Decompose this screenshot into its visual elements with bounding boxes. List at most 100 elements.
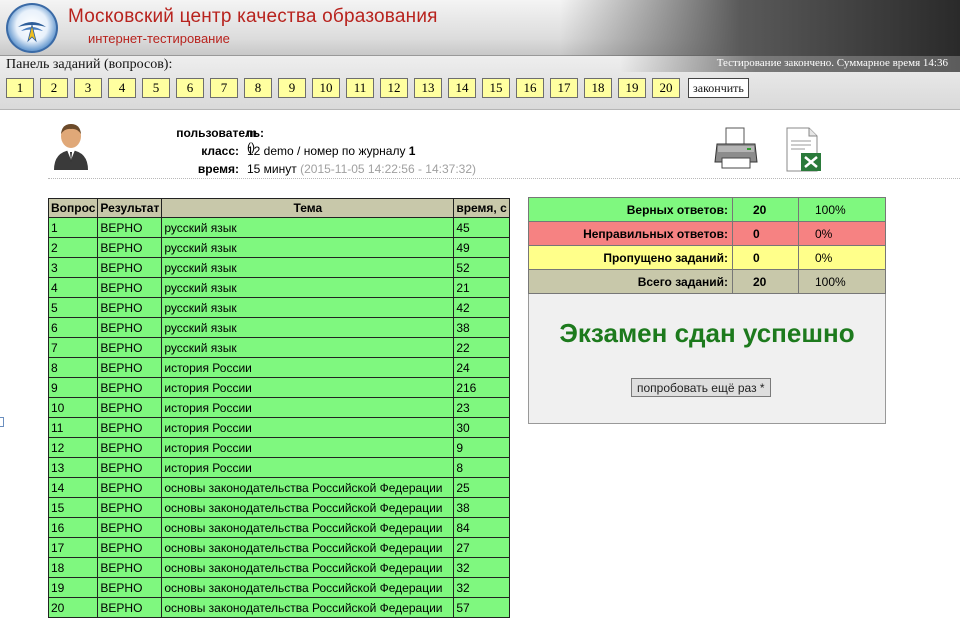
topic-cell: история России <box>161 457 455 478</box>
retry-button[interactable]: попробовать ещё раз * <box>631 378 771 397</box>
task-panel: Панель заданий (вопросов): Тестирование … <box>0 56 960 110</box>
table-row: 20 ВЕРНО основы законодательства Российско… <box>47 597 510 618</box>
time-cell: 24 <box>453 357 510 378</box>
results-header-row: Вопрос Результат Тема время, с <box>47 198 510 218</box>
task-button[interactable]: 14 <box>448 78 476 98</box>
result-cell: ВЕРНО <box>97 597 163 618</box>
printer-icon[interactable] <box>714 126 758 172</box>
result-cell: ВЕРНО <box>97 377 163 398</box>
time-cell: 57 <box>453 597 510 618</box>
topic-cell: история России <box>161 417 455 438</box>
site-subtitle: интернет-тестирование <box>88 31 230 46</box>
time-label: время: <box>197 162 239 176</box>
question-number-cell: 10 <box>47 397 99 418</box>
topic-cell: основы законодательства Российской Федер… <box>161 517 455 538</box>
user-label: пользователь: <box>176 126 264 140</box>
task-button[interactable]: 11 <box>346 78 374 98</box>
task-button[interactable]: 17 <box>550 78 578 98</box>
column-header-topic: Тема <box>161 198 455 218</box>
topic-cell: история России <box>161 437 455 458</box>
time-cell: 8 <box>453 457 510 478</box>
column-header-time: время, с <box>453 198 510 218</box>
question-number-cell: 8 <box>47 357 99 378</box>
topic-cell: русский язык <box>161 217 455 238</box>
summary-row-correct: Верных ответов: 20 100% <box>528 197 886 222</box>
finish-button[interactable]: закончить <box>688 78 749 98</box>
class-text: 12 demo / номер по журналу <box>247 144 406 158</box>
task-button[interactable]: 13 <box>414 78 442 98</box>
task-button[interactable]: 2 <box>40 78 68 98</box>
question-number-cell: 3 <box>47 257 99 278</box>
summary-count: 20 <box>732 197 799 222</box>
topic-cell: русский язык <box>161 277 455 298</box>
table-row: 19 ВЕРНО основы законодательства Российско… <box>47 577 510 598</box>
time-cell: 32 <box>453 557 510 578</box>
task-button[interactable]: 1 <box>6 78 34 98</box>
topic-cell: русский язык <box>161 317 455 338</box>
summary-count: 20 <box>732 269 799 294</box>
table-row: 4 ВЕРНО русский язык 21 <box>47 277 510 298</box>
summary-label: Пропущено заданий: <box>528 245 733 270</box>
table-row: 5 ВЕРНО русский язык 42 <box>47 297 510 318</box>
task-button[interactable]: 20 <box>652 78 680 98</box>
table-row: 12 ВЕРНО история России 9 <box>47 437 510 458</box>
time-cell: 45 <box>453 217 510 238</box>
summary-row-skipped: Пропущено заданий: 0 0% <box>528 245 886 270</box>
result-cell: ВЕРНО <box>97 557 163 578</box>
table-row: 14 ВЕРНО основы законодательства Российско… <box>47 477 510 498</box>
question-number-cell: 4 <box>47 277 99 298</box>
result-cell: ВЕРНО <box>97 277 163 298</box>
task-button[interactable]: 10 <box>312 78 340 98</box>
result-cell: ВЕРНО <box>97 437 163 458</box>
question-number-cell: 20 <box>47 597 99 618</box>
question-number-cell: 5 <box>47 297 99 318</box>
task-button[interactable]: 6 <box>176 78 204 98</box>
time-cell: 49 <box>453 237 510 258</box>
question-number-cell: 12 <box>47 437 99 458</box>
exam-result-text: Экзамен сдан успешно <box>559 318 855 348</box>
column-header-question: Вопрос <box>47 198 99 218</box>
question-number-cell: 7 <box>47 337 99 358</box>
task-button[interactable]: 3 <box>74 78 102 98</box>
question-number-cell: 15 <box>47 497 99 518</box>
status-strip: Тестирование закончено. Суммарное время … <box>620 56 960 72</box>
summary-percent: 100% <box>798 197 886 222</box>
time-range: (2015-11-05 14:22:56 - 14:37:32) <box>300 162 477 176</box>
summary-row-wrong: Неправильных ответов: 0 0% <box>528 221 886 246</box>
task-button[interactable]: 15 <box>482 78 510 98</box>
topic-cell: основы законодательства Российской Федер… <box>161 537 455 558</box>
task-button[interactable]: 12 <box>380 78 408 98</box>
result-cell: ВЕРНО <box>97 357 163 378</box>
topic-cell: основы законодательства Российской Федер… <box>161 497 455 518</box>
time-cell: 27 <box>453 537 510 558</box>
task-button[interactable]: 18 <box>584 78 612 98</box>
table-row: 8 ВЕРНО история России 24 <box>47 357 510 378</box>
task-button[interactable]: 9 <box>278 78 306 98</box>
question-number-cell: 2 <box>47 237 99 258</box>
result-cell: ВЕРНО <box>97 537 163 558</box>
table-row: 9 ВЕРНО история России 216 <box>47 377 510 398</box>
time-cell: 52 <box>453 257 510 278</box>
table-row: 10 ВЕРНО история России 23 <box>47 397 510 418</box>
table-row: 13 ВЕРНО история России 8 <box>47 457 510 478</box>
task-button[interactable]: 16 <box>516 78 544 98</box>
task-button[interactable]: 19 <box>618 78 646 98</box>
topic-cell: основы законодательства Российской Федер… <box>161 557 455 578</box>
summary-percent: 0% <box>798 221 886 246</box>
excel-export-icon[interactable] <box>783 127 823 173</box>
results-body: 1 ВЕРНО русский язык 45 2 ВЕРНО русский язык 49… <box>47 217 510 618</box>
time-cell: 84 <box>453 517 510 538</box>
question-number-cell: 9 <box>47 377 99 398</box>
table-row: 11 ВЕРНО история России 30 <box>47 417 510 438</box>
results-table: Вопрос Результат Тема время, с 1 ВЕРНО рус… <box>47 198 510 618</box>
table-row: 3 ВЕРНО русский язык 52 <box>47 257 510 278</box>
task-panel-title: Панель заданий (вопросов): <box>6 57 173 72</box>
task-button[interactable]: 8 <box>244 78 272 98</box>
question-number-cell: 14 <box>47 477 99 498</box>
time-cell: 216 <box>453 377 510 398</box>
topic-cell: русский язык <box>161 237 455 258</box>
task-button[interactable]: 5 <box>142 78 170 98</box>
task-button[interactable]: 4 <box>108 78 136 98</box>
task-button[interactable]: 7 <box>210 78 238 98</box>
result-cell: ВЕРНО <box>97 237 163 258</box>
